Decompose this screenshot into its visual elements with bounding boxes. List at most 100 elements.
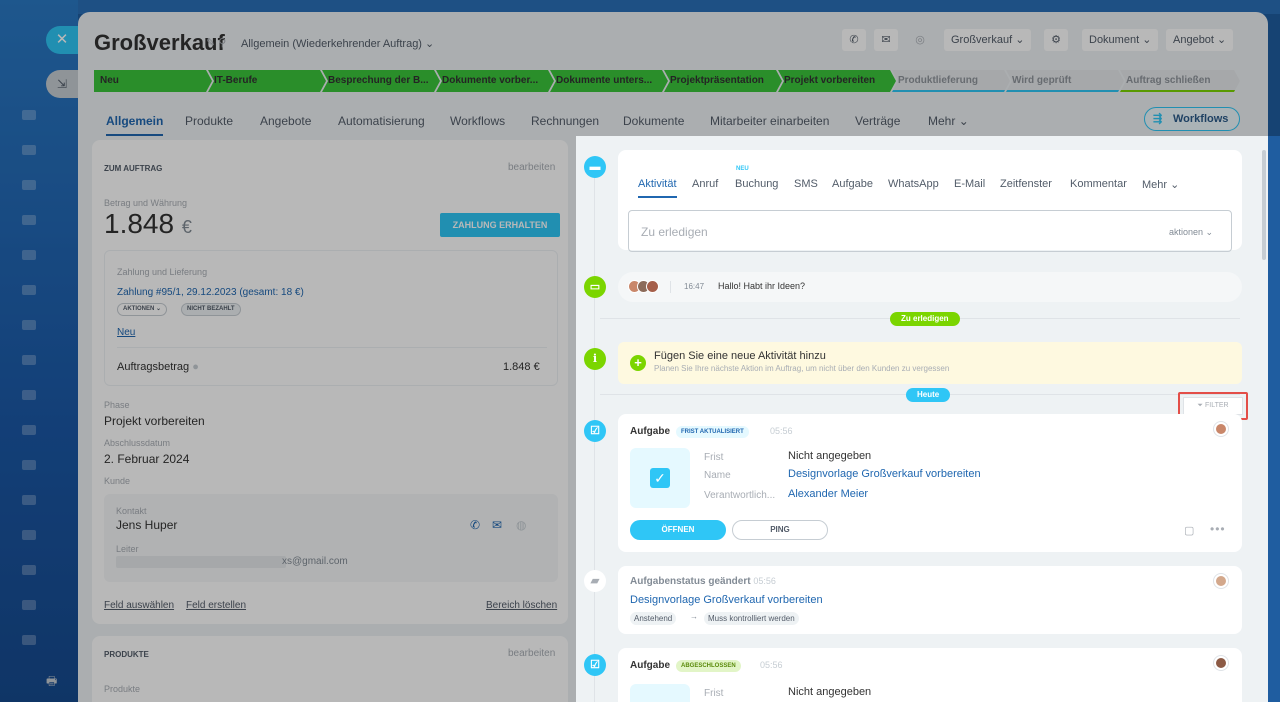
amount-value: 1.848 €	[104, 208, 192, 240]
tab-dokumente[interactable]: Dokumente	[623, 114, 684, 128]
more-icon[interactable]: •••	[1210, 522, 1226, 536]
actions-pill[interactable]: AKTIONEN ⌄	[117, 303, 168, 316]
menu-icon	[22, 215, 36, 225]
tab-workflows[interactable]: Workflows	[450, 114, 505, 128]
avatar[interactable]	[1214, 656, 1228, 670]
avatar	[646, 280, 659, 293]
item-time: 05:56	[753, 576, 776, 586]
tag-icon: ▰	[584, 570, 606, 592]
stage-item[interactable]: Projektpräsentation	[664, 70, 782, 92]
todo-input[interactable]: Zu erledigen aktionen ⌄	[628, 210, 1232, 252]
editor-tab-booking[interactable]: Buchung	[735, 178, 778, 190]
note-icon[interactable]: ▢	[1184, 524, 1194, 537]
editor-tab-comment[interactable]: Kommentar	[1070, 178, 1127, 190]
responsible-link[interactable]: Alexander Meier	[788, 488, 868, 500]
menu-icon	[22, 320, 36, 330]
tab-angebote[interactable]: Angebote	[260, 114, 311, 128]
stage-item[interactable]: IT-Berufe	[208, 70, 326, 92]
info-icon: i	[584, 348, 606, 370]
timeline-task-item: Aufgabe ABGESCHLOSSEN 05:56 Frist Nicht …	[618, 648, 1242, 702]
close-slider-button[interactable]: ✕	[46, 26, 78, 54]
stage-item[interactable]: Produktlieferung	[892, 70, 1010, 92]
plus-icon[interactable]: +	[630, 355, 646, 371]
field-label: Phase	[104, 400, 130, 410]
stage-item[interactable]: Besprechung der B...	[322, 70, 440, 92]
divider	[670, 281, 671, 293]
products-card: PRODUKTE bearbeiten Produkte	[92, 636, 568, 702]
edit-link[interactable]: bearbeiten	[508, 162, 555, 173]
new-payment-link[interactable]: Neu	[117, 327, 135, 338]
tab-mitarbeiter[interactable]: Mitarbeiter einarbeiten	[710, 114, 829, 128]
order-amount-value: 1.848 €	[503, 361, 540, 373]
tab-produkte[interactable]: Produkte	[185, 114, 233, 128]
tab-allgemein[interactable]: Allgemein	[106, 114, 164, 136]
phone-icon: ✆	[849, 34, 859, 46]
category-selector[interactable]: Allgemein (Wiederkehrender Auftrag) ⌄	[241, 37, 434, 50]
payment-link[interactable]: Zahlung #95/1, 29.12.2023 (gesamt: 18 €)	[117, 287, 304, 298]
editor-tab-call[interactable]: Anruf	[692, 178, 718, 190]
ping-button[interactable]: PING	[732, 520, 828, 540]
stage-item[interactable]: Dokumente vorber...	[436, 70, 554, 92]
editor-tab-more[interactable]: Mehr ⌄	[1142, 178, 1179, 191]
task-name-link[interactable]: Designvorlage Großverkauf vorbereiten	[788, 468, 981, 480]
mail-button[interactable]: ✉	[874, 29, 898, 51]
document-label: Dokument	[1089, 34, 1140, 46]
menu-icon	[22, 145, 36, 155]
edit-link[interactable]: bearbeiten	[508, 648, 555, 659]
task-name-link[interactable]: Designvorlage Großverkauf vorbereiten	[630, 594, 823, 606]
chat-entry[interactable]: 16:47 Hallo! Habt ihr Ideen?	[618, 272, 1242, 302]
editor-tab-whatsapp[interactable]: WhatsApp	[888, 178, 939, 190]
editor-tab-timeslot[interactable]: Zeitfenster	[1000, 178, 1052, 190]
stage-item[interactable]: Auftrag schließen	[1120, 70, 1240, 92]
stage-item-current[interactable]: Projekt vorbereiten	[778, 70, 896, 92]
receive-payment-button[interactable]: ZAHLUNG ERHALTEN	[440, 213, 560, 237]
task-checkbox-icon: ✓	[650, 468, 670, 488]
add-activity-banner[interactable]: + Fügen Sie eine neue Aktivität hinzu Pl…	[618, 342, 1242, 384]
contact-email[interactable]: xs@gmail.com	[282, 556, 348, 567]
stage-item[interactable]: Dokumente unters...	[550, 70, 668, 92]
task-check-icon: ☑	[584, 420, 606, 442]
field-label: Verantwortlich...	[704, 490, 776, 501]
printer-icon[interactable]: 🖶	[46, 672, 60, 688]
contact-mail-icon[interactable]: ✉	[492, 518, 502, 532]
contact-phone-icon[interactable]: ✆	[470, 518, 480, 532]
stage-item[interactable]: Wird geprüft	[1006, 70, 1124, 92]
document-button[interactable]: Dokument ⌄	[1082, 29, 1159, 51]
contact-chat-icon[interactable]: ◍	[516, 518, 526, 532]
settings-button[interactable]: ⚙	[1044, 29, 1068, 51]
tab-more[interactable]: Mehr ⌄	[928, 114, 969, 128]
stage-item[interactable]: Neu	[94, 70, 212, 92]
scrollbar[interactable]	[1262, 150, 1266, 260]
phone-button[interactable]: ✆	[842, 29, 866, 51]
amount-currency: €	[181, 217, 192, 237]
avatar[interactable]	[1214, 574, 1228, 588]
chat-icon: ◎	[915, 34, 925, 46]
editor-tab-activity[interactable]: Aktivität	[638, 178, 677, 198]
tab-rechnungen[interactable]: Rechnungen	[531, 114, 599, 128]
editor-tab-task[interactable]: Aufgabe	[832, 178, 873, 190]
chevron-down-icon: ⌄	[1217, 34, 1227, 46]
editor-tab-sms[interactable]: SMS	[794, 178, 818, 190]
pipeline-selector[interactable]: Großverkauf ⌄	[944, 29, 1032, 51]
pipeline-label: Großverkauf	[951, 34, 1013, 46]
workflows-button[interactable]: ⇶ Workflows	[1144, 107, 1240, 131]
unpaid-status-badge: NICHT BEZAHLT	[181, 303, 241, 316]
select-field-link[interactable]: Feld auswählen	[104, 600, 174, 611]
task-check-icon: ☑	[584, 654, 606, 676]
edit-title-icons[interactable]: ✎ ⚲	[206, 36, 226, 49]
filter-button[interactable]: ⏷ FILTER	[1183, 397, 1243, 415]
minimize-slider-button[interactable]: ⇲	[46, 70, 78, 98]
delete-section-link[interactable]: Bereich löschen	[486, 600, 557, 611]
messenger-button[interactable]: ◎	[908, 29, 932, 51]
contact-name[interactable]: Jens Huper	[116, 518, 177, 532]
offer-button[interactable]: Angebot ⌄	[1166, 29, 1234, 51]
actions-dropdown[interactable]: aktionen ⌄	[1169, 227, 1213, 238]
tab-vertraege[interactable]: Verträge	[855, 114, 900, 128]
open-button[interactable]: ÖFFNEN	[630, 520, 726, 540]
deadline-updated-badge: FRIST AKTUALISIERT	[676, 426, 749, 438]
editor-tab-email[interactable]: E-Mail	[954, 178, 985, 190]
avatar[interactable]	[1214, 422, 1228, 436]
create-field-link[interactable]: Feld erstellen	[186, 600, 246, 611]
timeline-panel: ▬ Aktivität Anruf NEU Buchung SMS Aufgab…	[576, 136, 1262, 702]
tab-automatisierung[interactable]: Automatisierung	[338, 114, 425, 128]
